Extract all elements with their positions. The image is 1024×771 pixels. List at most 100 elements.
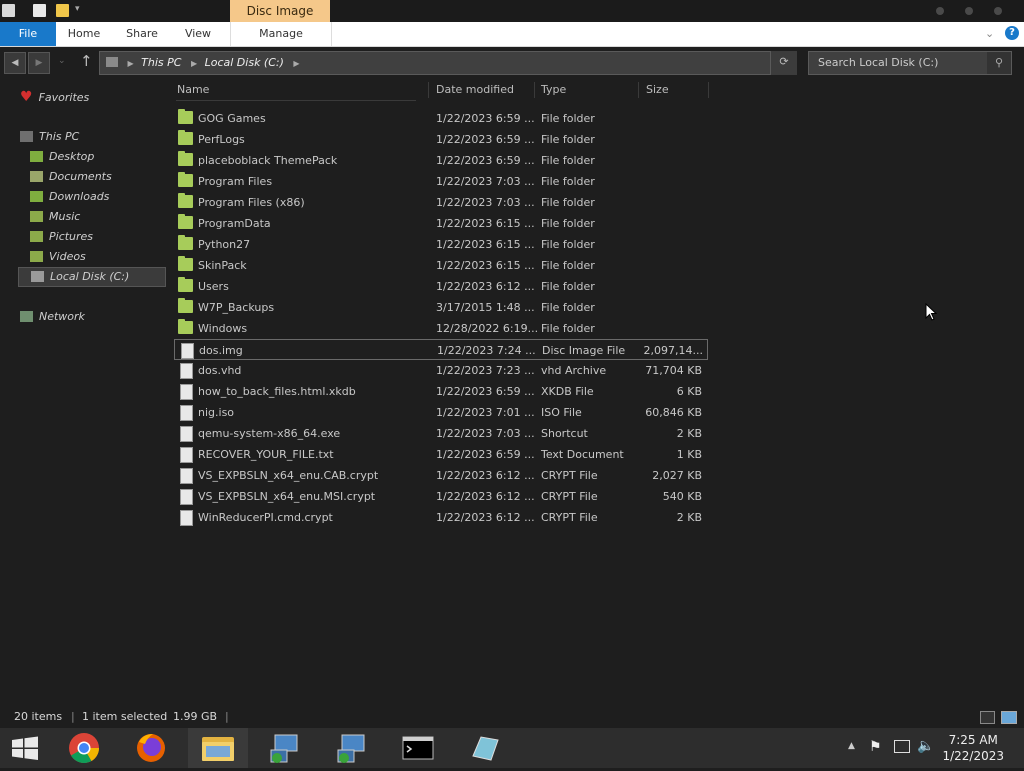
file-date: 1/22/2023 6:12 ... — [436, 490, 535, 503]
back-button[interactable]: ◀ — [4, 52, 26, 74]
file-icon — [180, 426, 193, 442]
customize-toolbar-icon[interactable]: ▾ — [75, 4, 80, 14]
column-divider[interactable] — [534, 82, 535, 98]
action-center-flag-icon[interactable]: ⚑ — [869, 739, 882, 755]
recent-locations-icon[interactable]: ⌄ — [58, 56, 66, 66]
computer-icon — [20, 131, 33, 142]
column-divider[interactable] — [428, 82, 429, 98]
breadcrumb-this-pc[interactable]: This PC — [141, 56, 181, 69]
file-size: 1 KB — [676, 448, 702, 461]
table-row[interactable]: RECOVER_YOUR_FILE.txt 1/22/2023 6:59 ... T… — [174, 444, 706, 465]
network-status-icon[interactable] — [894, 740, 910, 753]
tab-manage[interactable]: Manage — [230, 22, 332, 46]
sidebar-item-videos[interactable]: Videos — [30, 248, 86, 266]
new-folder-icon[interactable] — [56, 4, 69, 17]
large-icons-view-icon[interactable] — [1001, 711, 1017, 724]
column-type[interactable]: Type — [541, 83, 566, 96]
search-icon[interactable]: ⚲ — [987, 52, 1011, 74]
sidebar-item-documents[interactable]: Documents — [30, 168, 112, 186]
clock-time: 7:25 AM — [948, 733, 998, 747]
up-icon[interactable]: ↑ — [80, 52, 93, 70]
tab-view[interactable]: View — [178, 22, 218, 46]
taskbar-notepad[interactable] — [455, 728, 515, 768]
breadcrumb-separator-icon: ▶ — [127, 59, 134, 68]
table-row[interactable]: placeboblack ThemePack 1/22/2023 6:59 ...… — [174, 150, 706, 171]
table-row[interactable]: VS_EXPBSLN_x64_enu.CAB.crypt 1/22/2023 6:… — [174, 465, 706, 486]
forward-button[interactable]: ▶ — [28, 52, 50, 74]
tab-file[interactable]: File — [0, 22, 56, 46]
file-icon — [180, 405, 193, 421]
sidebar-item-local-disk[interactable]: Local Disk (C:) — [18, 267, 166, 287]
nav-favorites[interactable]: ♥ Favorites — [20, 88, 89, 106]
table-row[interactable]: W7P_Backups 3/17/2015 1:48 ... File folder — [174, 297, 706, 318]
table-row[interactable]: Windows 12/28/2022 6:19... File folder — [174, 318, 706, 339]
file-name: RECOVER_YOUR_FILE.txt — [198, 448, 334, 461]
column-divider[interactable] — [638, 82, 639, 98]
sidebar-item-downloads[interactable]: Downloads — [30, 188, 109, 206]
file-type: ISO File — [541, 406, 582, 419]
file-icon — [180, 363, 193, 379]
desktop-icon — [30, 151, 43, 162]
address-bar[interactable]: ▶ This PC ▶ Local Disk (C:) ▶ — [99, 51, 771, 75]
taskbar-remote-app-2[interactable] — [322, 728, 382, 768]
nav-this-pc[interactable]: This PC — [20, 128, 79, 146]
volume-icon[interactable]: 🔈 — [917, 738, 934, 754]
table-row[interactable]: Python27 1/22/2023 6:15 ... File folder — [174, 234, 706, 255]
table-row[interactable]: SkinPack 1/22/2023 6:15 ... File folder — [174, 255, 706, 276]
file-date: 1/22/2023 6:12 ... — [436, 511, 535, 524]
computer-icon — [106, 57, 118, 67]
nav-network[interactable]: Network — [20, 308, 85, 326]
column-size[interactable]: Size — [646, 83, 669, 96]
breadcrumb-separator-icon: ▶ — [190, 59, 198, 68]
file-date: 1/22/2023 6:59 ... — [436, 154, 535, 167]
table-row[interactable]: Users 1/22/2023 6:12 ... File folder — [174, 276, 706, 297]
column-name[interactable]: Name — [177, 83, 209, 96]
system-clock[interactable]: 7:25 AM 1/22/2023 — [942, 732, 1004, 764]
file-date: 1/22/2023 7:01 ... — [436, 406, 535, 419]
help-icon[interactable]: ? — [1005, 26, 1019, 40]
sidebar-item-music[interactable]: Music — [30, 208, 80, 226]
refresh-button[interactable]: ⟳ — [771, 51, 797, 75]
file-name: nig.iso — [198, 406, 235, 419]
close-button[interactable] — [994, 7, 1002, 15]
table-row[interactable]: PerfLogs 1/22/2023 6:59 ... File folder — [174, 129, 706, 150]
table-row[interactable]: ProgramData 1/22/2023 6:15 ... File folder — [174, 213, 706, 234]
show-hidden-icons-icon[interactable]: ▲ — [848, 741, 855, 751]
taskbar-file-explorer[interactable] — [188, 728, 248, 768]
table-row[interactable]: dos.vhd 1/22/2023 7:23 ... vhd Archive 71,7… — [174, 360, 706, 381]
table-row[interactable]: how_to_back_files.html.xkdb 1/22/2023 6:5… — [174, 381, 706, 402]
taskbar: ▲ ⚑ 🔈 7:25 AM 1/22/2023 — [0, 728, 1024, 768]
table-row[interactable]: VS_EXPBSLN_x64_enu.MSI.crypt 1/22/2023 6:… — [174, 486, 706, 507]
table-row[interactable]: Program Files 1/22/2023 7:03 ... File fold… — [174, 171, 706, 192]
table-row[interactable]: WinReducerPI.cmd.crypt 1/22/2023 6:12 ...… — [174, 507, 706, 528]
breadcrumb-local-disk[interactable]: Local Disk (C:) — [205, 56, 284, 69]
window-icon[interactable] — [2, 4, 15, 17]
expand-ribbon-icon[interactable]: ⌄ — [985, 27, 994, 40]
details-view-icon[interactable] — [980, 711, 995, 724]
maximize-button[interactable] — [965, 7, 973, 15]
table-row[interactable]: GOG Games 1/22/2023 6:59 ... File folder — [174, 108, 706, 129]
tab-home[interactable]: Home — [62, 22, 106, 46]
taskbar-chrome[interactable] — [54, 728, 114, 768]
taskbar-firefox[interactable] — [121, 728, 181, 768]
downloads-icon — [30, 191, 43, 202]
search-box[interactable]: Search Local Disk (C:) ⚲ — [808, 51, 1012, 75]
selected-size: 1.99 GB — [173, 710, 218, 723]
sidebar-item-pictures[interactable]: Pictures — [30, 228, 93, 246]
column-date-modified[interactable]: Date modified — [436, 83, 514, 96]
table-row[interactable]: Program Files (x86) 1/22/2023 7:03 ... Fil… — [174, 192, 706, 213]
table-row[interactable]: nig.iso 1/22/2023 7:01 ... ISO File 60,846 … — [174, 402, 706, 423]
properties-icon[interactable] — [33, 4, 46, 17]
start-button[interactable] — [0, 728, 50, 768]
taskbar-remote-app-1[interactable] — [255, 728, 315, 768]
taskbar-command-prompt[interactable] — [388, 728, 448, 768]
table-row[interactable]: dos.img 1/22/2023 7:24 ... Disc Image File… — [174, 339, 708, 360]
file-size: 6 KB — [676, 385, 702, 398]
file-date: 1/22/2023 6:59 ... — [436, 448, 535, 461]
column-divider[interactable] — [708, 82, 709, 98]
sidebar-item-desktop[interactable]: Desktop — [30, 148, 94, 166]
search-input[interactable]: Search Local Disk (C:) — [818, 56, 938, 69]
tab-share[interactable]: Share — [120, 22, 164, 46]
minimize-button[interactable] — [936, 7, 944, 15]
table-row[interactable]: qemu-system-x86_64.exe 1/22/2023 7:03 ...… — [174, 423, 706, 444]
